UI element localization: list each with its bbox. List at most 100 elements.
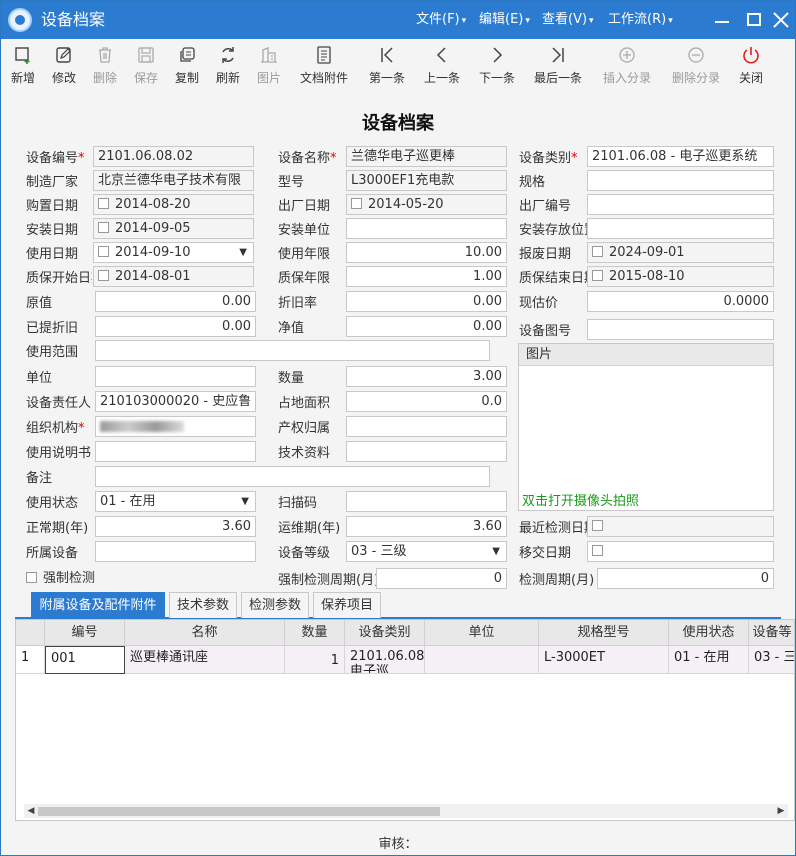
- tab-accessories[interactable]: 附属设备及配件附件: [31, 592, 165, 618]
- menu-file[interactable]: 文件(F): [416, 12, 466, 29]
- property-owner-field[interactable]: [346, 416, 507, 437]
- horizontal-scrollbar[interactable]: ◀ ▶: [24, 804, 788, 818]
- checkbox-icon[interactable]: [98, 222, 109, 233]
- model-field[interactable]: L3000EF1充电款: [346, 170, 507, 191]
- check-cycle-field[interactable]: 0: [597, 568, 774, 589]
- responsible-field[interactable]: 210103000020 - 史应鲁: [95, 391, 256, 412]
- transfer-date-field[interactable]: [587, 541, 774, 562]
- install-location-field[interactable]: [587, 218, 774, 239]
- device-name-field[interactable]: 兰德华电子巡更棒: [346, 146, 507, 167]
- warranty-end-field[interactable]: 2015-08-10: [587, 266, 774, 287]
- original-value-field[interactable]: 0.00: [95, 291, 256, 312]
- document-attachment-button[interactable]: 文档附件: [293, 41, 355, 91]
- depreciation-rate-field[interactable]: 0.00: [346, 291, 507, 312]
- dropdown-arrow-icon[interactable]: ▼: [241, 492, 249, 511]
- use-date-field[interactable]: 2014-09-10 ▼: [93, 242, 254, 263]
- drawing-no-field[interactable]: [587, 319, 774, 340]
- scan-code-field[interactable]: [346, 491, 507, 512]
- checkbox-icon[interactable]: [592, 545, 603, 556]
- table-cell[interactable]: 03 - 三: [749, 646, 794, 674]
- column-header[interactable]: 设备等: [749, 620, 794, 646]
- warranty-start-field[interactable]: 2014-08-01: [93, 266, 254, 287]
- column-header[interactable]: 名称: [125, 620, 285, 646]
- device-no-field[interactable]: 2101.06.08.02: [93, 146, 254, 167]
- dropdown-arrow-icon[interactable]: ▼: [239, 243, 247, 262]
- force-check-cycle-field[interactable]: 0: [376, 568, 507, 589]
- force-check-checkbox[interactable]: 强制检测: [26, 570, 116, 587]
- device-category-field[interactable]: 2101.06.08 - 电子巡更系统: [587, 146, 774, 167]
- spec-field[interactable]: [587, 170, 774, 191]
- parent-device-field[interactable]: [95, 541, 256, 562]
- column-header[interactable]: 编号: [45, 620, 125, 646]
- table-cell[interactable]: 1: [285, 646, 345, 674]
- table-cell[interactable]: [425, 646, 539, 674]
- scroll-left-icon[interactable]: ◀: [26, 804, 36, 818]
- row-number[interactable]: 1: [16, 646, 45, 674]
- normal-period-field[interactable]: 3.60: [95, 516, 256, 537]
- warranty-years-field[interactable]: 1.00: [346, 266, 507, 287]
- column-header[interactable]: 使用状态: [669, 620, 749, 646]
- unit-field[interactable]: [95, 366, 256, 387]
- tab-check-params[interactable]: 检测参数: [241, 592, 309, 618]
- checkbox-icon[interactable]: [592, 520, 603, 531]
- scroll-thumb[interactable]: [38, 807, 440, 816]
- factory-date-field[interactable]: 2014-05-20: [346, 194, 507, 215]
- net-value-field[interactable]: 0.00: [346, 316, 507, 337]
- checkbox-icon[interactable]: [98, 270, 109, 281]
- next-record-button[interactable]: 下一条: [472, 41, 522, 91]
- device-level-select[interactable]: 03 - 三级 ▼: [346, 541, 507, 562]
- minimize-icon[interactable]: [711, 9, 733, 31]
- quantity-field[interactable]: 3.00: [346, 366, 507, 387]
- scroll-right-icon[interactable]: ▶: [776, 804, 786, 818]
- checkbox-icon[interactable]: [26, 572, 37, 583]
- manufacturer-field[interactable]: 北京兰德华电子技术有限: [93, 170, 254, 191]
- remark-field[interactable]: [95, 466, 490, 487]
- close-button[interactable]: 关闭: [727, 41, 775, 91]
- last-record-button[interactable]: 最后一条: [529, 41, 587, 91]
- menu-workflow[interactable]: 工作流(R): [608, 12, 673, 29]
- picture-button[interactable]: 图片: [245, 41, 293, 91]
- use-years-field[interactable]: 10.00: [346, 242, 507, 263]
- factory-no-field[interactable]: [587, 194, 774, 215]
- column-header[interactable]: 单位: [425, 620, 539, 646]
- checkbox-icon[interactable]: [98, 198, 109, 209]
- maintenance-period-field[interactable]: 3.60: [346, 516, 507, 537]
- delete-row-button[interactable]: 删除分录: [667, 41, 725, 91]
- floor-area-field[interactable]: 0.0: [346, 391, 507, 412]
- table-cell[interactable]: L-3000ET: [539, 646, 669, 674]
- column-header[interactable]: 数量: [285, 620, 345, 646]
- checkbox-icon[interactable]: [592, 270, 603, 281]
- insert-row-button[interactable]: 插入分录: [598, 41, 656, 91]
- photo-panel[interactable]: 图片 双击打开摄像头拍照: [518, 343, 774, 511]
- accessories-grid[interactable]: 编号 名称 数量 设备类别 单位 规格型号 使用状态 设备等 1 001 巡更棒…: [15, 619, 795, 821]
- checkbox-icon[interactable]: [98, 246, 109, 257]
- close-window-icon[interactable]: [770, 9, 792, 31]
- tech-data-field[interactable]: [346, 441, 507, 462]
- menu-view[interactable]: 查看(V): [542, 12, 594, 29]
- tab-tech-params[interactable]: 技术参数: [169, 592, 237, 618]
- purchase-date-field[interactable]: 2014-08-20: [93, 194, 254, 215]
- current-value-field[interactable]: 0.0000: [587, 291, 774, 312]
- use-status-select[interactable]: 01 - 在用 ▼: [95, 491, 256, 512]
- install-unit-field[interactable]: [346, 218, 507, 239]
- first-record-button[interactable]: 第一条: [362, 41, 412, 91]
- previous-record-button[interactable]: 上一条: [417, 41, 467, 91]
- checkbox-icon[interactable]: [592, 246, 603, 257]
- use-scope-field[interactable]: [95, 340, 490, 361]
- maximize-icon[interactable]: [743, 9, 765, 31]
- tab-maintenance-items[interactable]: 保养项目: [313, 592, 381, 618]
- accum-depreciation-field[interactable]: 0.00: [95, 316, 256, 337]
- table-cell[interactable]: 2101.06.08 电子巡: [345, 646, 425, 674]
- menu-edit[interactable]: 编辑(E): [479, 12, 530, 29]
- checkbox-icon[interactable]: [351, 198, 362, 209]
- table-cell[interactable]: 巡更棒通讯座: [125, 646, 285, 674]
- org-field[interactable]: [95, 416, 256, 437]
- column-header[interactable]: 规格型号: [539, 620, 669, 646]
- last-check-date-field[interactable]: [587, 516, 774, 537]
- scrap-date-field[interactable]: 2024-09-01: [587, 242, 774, 263]
- install-date-field[interactable]: 2014-09-05: [93, 218, 254, 239]
- column-header[interactable]: 设备类别: [345, 620, 425, 646]
- table-cell[interactable]: 01 - 在用: [669, 646, 749, 674]
- table-cell[interactable]: 001: [45, 646, 125, 674]
- dropdown-arrow-icon[interactable]: ▼: [492, 542, 500, 561]
